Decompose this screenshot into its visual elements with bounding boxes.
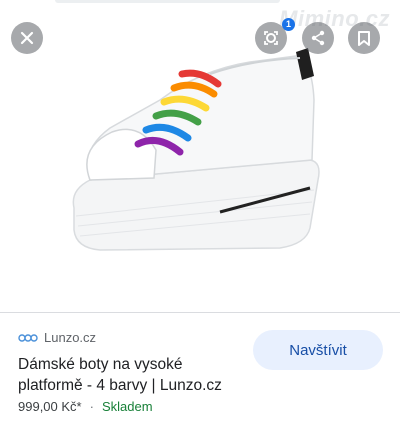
close-button[interactable] (11, 22, 43, 54)
visit-button[interactable]: Navštívit (253, 330, 383, 370)
divider (0, 312, 400, 313)
source-row[interactable]: Lunzo.cz (18, 330, 96, 345)
save-button[interactable] (348, 22, 380, 54)
source-logo-icon (18, 333, 38, 342)
result-title[interactable]: Dámské boty na vysoké platformě - 4 barv… (18, 354, 248, 396)
source-name: Lunzo.cz (44, 330, 97, 345)
meta-row: 999,00 Kč* · Skladem (18, 399, 153, 414)
product-image-viewer[interactable]: Mimino.cz 1 (0, 0, 400, 312)
price: 999,00 Kč* (18, 399, 82, 414)
share-icon (311, 30, 325, 46)
product-image (72, 48, 320, 251)
close-icon (20, 31, 34, 45)
stock-status: Skladem (101, 399, 153, 414)
lens-icon (264, 31, 278, 45)
share-button[interactable] (302, 22, 334, 54)
top-strip (55, 0, 280, 3)
lens-badge: 1 (282, 18, 295, 31)
separator-dot: · (89, 399, 94, 414)
bookmark-icon (358, 30, 370, 46)
